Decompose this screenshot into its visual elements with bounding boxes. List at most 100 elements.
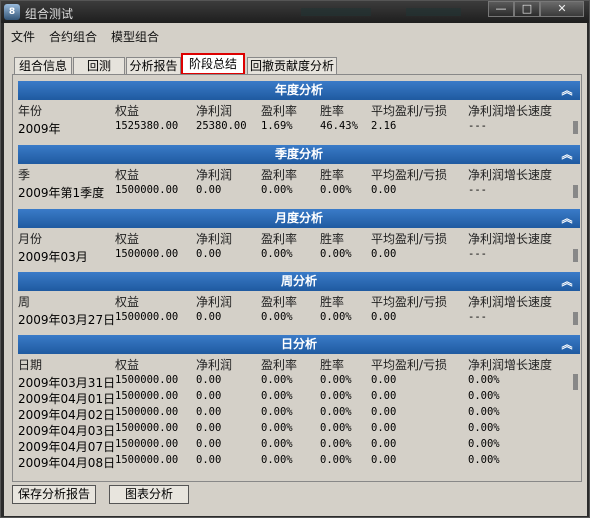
tab-strip: 组合信息 回测 分析报告 阶段总结 回撤贡献度分析	[12, 53, 582, 75]
column-header: 平均盈利/亏损	[371, 168, 448, 182]
table-row[interactable]: 2009年03月31日 1500000.00 0.00 0.00% 0.00% …	[18, 372, 580, 390]
table-cell: ---	[468, 120, 487, 132]
collapse-icon[interactable]: ︽	[560, 209, 574, 228]
table-row[interactable]: 2009年04月03日 1500000.00 0.00 0.00% 0.00% …	[18, 420, 580, 438]
section-title: 年度分析	[274, 83, 323, 97]
menu-model-portfolio[interactable]: 模型组合	[111, 28, 159, 45]
tab-drawdown-contribution[interactable]: 回撤贡献度分析	[247, 57, 337, 75]
column-header: 净利润	[196, 358, 233, 372]
section-header[interactable]: 周分析 ︽	[18, 272, 580, 291]
table-row[interactable]: 2009年03月27日 1500000.00 0.00 0.00% 0.00% …	[18, 309, 580, 327]
scrollbar-thumb[interactable]	[573, 312, 578, 325]
table-cell: 0.00%	[261, 438, 293, 450]
client-area: 文件 合约组合 模型组合 组合信息 回测 分析报告 阶段总结 回撤贡献度分析 年…	[4, 23, 587, 516]
table-cell: 0.00%	[320, 422, 352, 434]
table-cell: 0.00%	[320, 406, 352, 418]
table-cell: 0.00%	[261, 406, 293, 418]
section-header[interactable]: 季度分析 ︽	[18, 145, 580, 164]
section-title: 月度分析	[274, 211, 323, 225]
scrollbar-thumb[interactable]	[573, 185, 578, 198]
tab-portfolio-info[interactable]: 组合信息	[14, 57, 72, 75]
table-cell: 0.00	[196, 406, 222, 418]
collapse-icon[interactable]: ︽	[560, 335, 574, 354]
column-header: 净利润增长速度	[468, 168, 553, 182]
table-cell: 0.00	[196, 390, 222, 402]
column-header-row: 季 权益 净利润 盈利率 胜率 平均盈利/亏损 净利润增长速度	[18, 164, 580, 182]
minimize-button[interactable]: —	[488, 1, 514, 17]
table-cell: 1500000.00	[115, 184, 179, 196]
column-header: 净利润增长速度	[468, 358, 553, 372]
column-header: 权益	[115, 104, 140, 118]
section-header[interactable]: 日分析 ︽	[18, 335, 580, 354]
column-header: 日期	[18, 358, 43, 372]
table-row[interactable]: 2009年第1季度 1500000.00 0.00 0.00% 0.00% 0.…	[18, 182, 580, 200]
table-row[interactable]: 2009年 1525380.00 25380.00 1.69% 46.43% 2…	[18, 118, 580, 136]
table-cell: 0.00%	[261, 454, 293, 466]
day-table-body: 2009年03月31日 1500000.00 0.00 0.00% 0.00% …	[18, 372, 580, 470]
section-header[interactable]: 年度分析 ︽	[18, 81, 580, 100]
table-cell: 0.00	[371, 248, 397, 260]
table-cell: 46.43%	[320, 120, 358, 132]
table-row[interactable]: 2009年03月 1500000.00 0.00 0.00% 0.00% 0.0…	[18, 246, 580, 264]
table-cell: 25380.00	[196, 120, 247, 132]
table-cell: ---	[468, 184, 487, 196]
table-cell: 1500000.00	[115, 390, 179, 402]
column-header: 净利润	[196, 104, 233, 118]
column-header: 权益	[115, 232, 140, 246]
collapse-icon[interactable]: ︽	[560, 81, 574, 100]
table-cell: 0.00	[196, 422, 222, 434]
table-row[interactable]: 2009年04月07日 1500000.00 0.00 0.00% 0.00% …	[18, 436, 580, 454]
tab-backtest[interactable]: 回测	[73, 57, 125, 75]
table-cell: 1500000.00	[115, 311, 179, 323]
stage-summary-panel: 年度分析 ︽ 年份 权益 净利润 盈利率 胜率 平均盈利/亏损 净利润增长速度 …	[12, 74, 582, 482]
save-report-button[interactable]: 保存分析报告	[12, 485, 96, 504]
table-cell: 0.00%	[261, 374, 293, 386]
table-cell: 0.00	[196, 438, 222, 450]
table-cell: 0.00	[196, 374, 222, 386]
close-button[interactable]: ✕	[540, 1, 584, 17]
column-header: 盈利率	[261, 168, 298, 182]
title-bar[interactable]: 8 组合测试 — □ ✕	[1, 1, 589, 23]
section-header[interactable]: 月度分析 ︽	[18, 209, 580, 228]
column-header: 胜率	[320, 232, 345, 246]
collapse-icon[interactable]: ︽	[560, 145, 574, 164]
scrollbar-thumb[interactable]	[573, 249, 578, 262]
app-window: 8 组合测试 — □ ✕ 文件 合约组合 模型组合 组合信息 回测 分析报告 阶…	[0, 0, 590, 518]
table-cell: 0.00%	[261, 248, 293, 260]
table-cell: 2.16	[371, 120, 397, 132]
column-header-row: 周 权益 净利润 盈利率 胜率 平均盈利/亏损 净利润增长速度	[18, 291, 580, 309]
menu-contract-portfolio[interactable]: 合约组合	[49, 28, 97, 45]
menu-file[interactable]: 文件	[11, 28, 35, 45]
window-title: 组合测试	[25, 7, 74, 21]
table-row[interactable]: 2009年04月02日 1500000.00 0.00 0.00% 0.00% …	[18, 404, 580, 422]
table-cell: 0.00%	[261, 184, 293, 196]
table-cell: 0.00%	[320, 390, 352, 402]
week-analysis-section: 周分析 ︽ 周 权益 净利润 盈利率 胜率 平均盈利/亏损 净利润增长速度 20…	[18, 272, 580, 327]
table-cell: 0.00	[196, 454, 222, 466]
chart-analysis-button[interactable]: 图表分析	[109, 485, 189, 504]
column-header: 盈利率	[261, 232, 298, 246]
column-header: 胜率	[320, 104, 345, 118]
table-cell: 0.00	[371, 374, 397, 386]
table-cell: 1500000.00	[115, 438, 179, 450]
table-cell: 0.00%	[320, 454, 352, 466]
table-row[interactable]: 2009年04月01日 1500000.00 0.00 0.00% 0.00% …	[18, 388, 580, 406]
menu-bar: 文件 合约组合 模型组合	[4, 26, 587, 44]
column-header: 月份	[18, 232, 43, 246]
table-cell: 2009年第1季度	[18, 186, 105, 200]
table-cell: 0.00%	[468, 406, 500, 418]
column-header: 盈利率	[261, 358, 298, 372]
tab-analysis-report[interactable]: 分析报告	[126, 57, 181, 75]
maximize-button[interactable]: □	[514, 1, 540, 17]
table-cell: 2009年04月08日	[18, 456, 116, 470]
section-title: 周分析	[280, 274, 317, 288]
table-cell: 1.69%	[261, 120, 293, 132]
column-header: 平均盈利/亏损	[371, 358, 448, 372]
table-cell: 0.00%	[468, 438, 500, 450]
table-row[interactable]: 2009年04月08日 1500000.00 0.00 0.00% 0.00% …	[18, 452, 580, 470]
collapse-icon[interactable]: ︽	[560, 272, 574, 291]
scrollbar-thumb[interactable]	[573, 121, 578, 134]
tab-stage-summary[interactable]: 阶段总结	[181, 53, 245, 75]
table-cell: 0.00%	[320, 311, 352, 323]
app-logo-icon: 8	[4, 4, 20, 20]
